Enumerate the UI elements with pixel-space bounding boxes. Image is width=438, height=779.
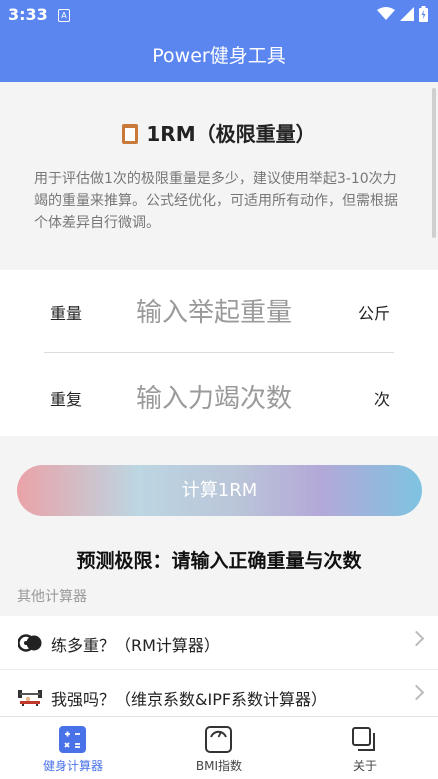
nav-label: BMI指数: [195, 759, 243, 773]
reps-row: 重复 输入力竭次数 次: [0, 356, 438, 436]
weight-row: 重量 输入举起重量 公斤: [0, 270, 438, 350]
scrollbar[interactable]: [432, 88, 436, 238]
calculate-1rm-button[interactable]: 计算1RM: [17, 465, 422, 516]
weight-label: 重量: [50, 304, 83, 323]
list-item-label: 练多重？（RM计算器）: [51, 636, 220, 655]
page-title: 1RM（极限重量）: [0, 118, 438, 147]
page-title-text: 1RM（极限重量）: [146, 122, 316, 146]
result-text: 预测极限：请输入正确重量与次数: [76, 550, 362, 572]
reps-label: 重复: [50, 390, 83, 409]
wifi-icon: [377, 7, 395, 20]
nav-about[interactable]: 关于: [292, 717, 438, 779]
chevron-right-icon: [408, 684, 425, 701]
page-description: 用于评估做1次的极限重量是多少，建议使用举起3-10次力竭的重量来推算。公式经优…: [34, 171, 398, 231]
notification-icon: A: [58, 9, 70, 22]
chevron-right-icon: [408, 630, 425, 647]
nav-bmi[interactable]: BMI指数: [146, 717, 292, 779]
status-time: 3:33: [8, 5, 48, 24]
divider: [44, 352, 394, 353]
app-bar: Power健身工具: [0, 30, 438, 82]
other-calculators-list: 练多重？（RM计算器） 我强吗？（维京系数&IPF系数计算器）: [0, 616, 438, 716]
bottom-navigation: 健身计算器 BMI指数 关于: [0, 716, 438, 779]
nav-fitness-calculator[interactable]: 健身计算器: [0, 717, 146, 779]
battery-icon: [419, 6, 428, 22]
weight-plates-icon: [17, 634, 42, 656]
main-content[interactable]: 1RM（极限重量） 用于评估做1次的极限重量是多少，建议使用举起3-10次力竭的…: [0, 82, 438, 716]
status-bar: 3:33 A: [0, 0, 438, 30]
app-title: Power健身工具: [152, 45, 286, 67]
signal-icon: [400, 7, 414, 21]
bench-press-icon: [18, 688, 42, 710]
list-item-rm-calculator[interactable]: 练多重？（RM计算器）: [0, 616, 438, 670]
list-item-strength-calculator[interactable]: 我强吗？（维京系数&IPF系数计算器）: [0, 670, 438, 716]
nav-label: 关于: [352, 759, 377, 773]
input-card: 重量 输入举起重量 公斤 重复 输入力竭次数 次: [0, 270, 438, 436]
nav-label: 健身计算器: [42, 759, 103, 773]
reps-input[interactable]: 输入力竭次数: [136, 378, 292, 415]
list-item-label: 我强吗？（维京系数&IPF系数计算器）: [51, 690, 328, 709]
about-icon: [352, 727, 375, 751]
status-icons: [377, 6, 428, 22]
reps-unit: 次: [373, 390, 390, 409]
other-calculators-header: 其他计算器: [17, 589, 87, 605]
weight-unit: 公斤: [357, 304, 390, 323]
clipboard-icon: [122, 124, 139, 144]
scale-icon: [205, 726, 232, 753]
weight-input[interactable]: 输入举起重量: [136, 292, 292, 329]
calculator-icon: [59, 726, 86, 753]
